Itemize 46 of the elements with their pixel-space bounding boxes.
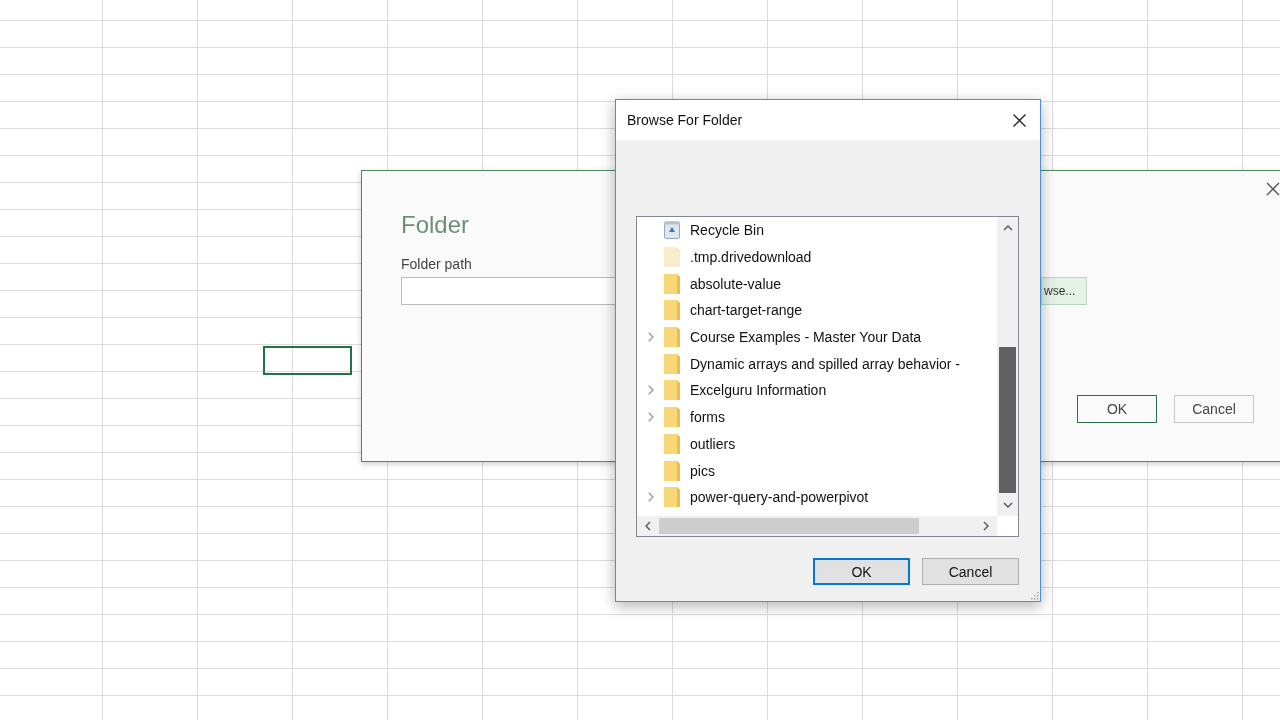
folder-icon <box>664 247 680 268</box>
folder-icon <box>664 300 680 321</box>
close-icon[interactable] <box>1266 182 1280 196</box>
scroll-up-icon[interactable] <box>1002 225 1013 231</box>
chevron-icon[interactable] <box>647 412 654 423</box>
folder-icon <box>664 433 680 454</box>
folder-icon <box>664 327 680 348</box>
ok-button[interactable]: OK <box>813 558 910 585</box>
horizontal-scrollbar[interactable] <box>637 516 997 536</box>
folder-icon <box>664 460 680 481</box>
folder-name[interactable]: Course Examples - Master Your Data <box>690 329 922 346</box>
folder-name[interactable]: outliers <box>690 435 736 452</box>
folder-name[interactable]: .tmp.drivedownload <box>690 249 812 266</box>
recycle-bin-icon <box>664 221 680 240</box>
chevron-icon[interactable] <box>647 492 654 503</box>
scroll-left-icon[interactable] <box>645 521 651 531</box>
cancel-button[interactable]: Cancel <box>922 558 1019 585</box>
scroll-right-icon[interactable] <box>983 521 989 531</box>
vertical-scrollbar[interactable] <box>997 217 1018 516</box>
cancel-button[interactable]: Cancel <box>1174 395 1254 423</box>
browse-button[interactable]: wse... <box>1041 277 1087 305</box>
window-title: Browse For Folder <box>627 112 743 128</box>
chevron-icon[interactable] <box>647 332 654 343</box>
scroll-down-icon[interactable] <box>1002 502 1013 508</box>
chevron-icon[interactable] <box>647 385 654 396</box>
folder-name[interactable]: forms <box>690 409 725 426</box>
scrollbar-thumb[interactable] <box>999 347 1016 493</box>
folder-name[interactable]: Recycle Bin <box>690 222 764 239</box>
folder-icon <box>664 273 680 294</box>
close-icon[interactable] <box>1013 113 1026 127</box>
resize-grip-icon[interactable] <box>1030 591 1039 600</box>
folder-name[interactable]: Dynamic arrays and spilled array behavior - <box>690 355 960 372</box>
folder-name[interactable]: chart-target-range <box>690 302 803 319</box>
scrollbar-thumb[interactable] <box>659 518 919 534</box>
folder-name[interactable]: absolute-value <box>690 275 782 292</box>
dialog-title: Folder <box>401 211 470 239</box>
field-label: Folder path <box>401 256 472 272</box>
ok-button[interactable]: OK <box>1077 395 1157 423</box>
selected-cell[interactable] <box>263 346 352 375</box>
folder-name[interactable]: pics <box>690 462 715 479</box>
folder-icon <box>664 487 680 508</box>
folder-icon <box>664 353 680 374</box>
folder-name[interactable]: power-query-and-powerpivot <box>690 489 869 506</box>
folder-icon <box>664 380 680 401</box>
folder-name[interactable]: Excelguru Information <box>690 382 827 399</box>
folder-icon <box>664 407 680 428</box>
